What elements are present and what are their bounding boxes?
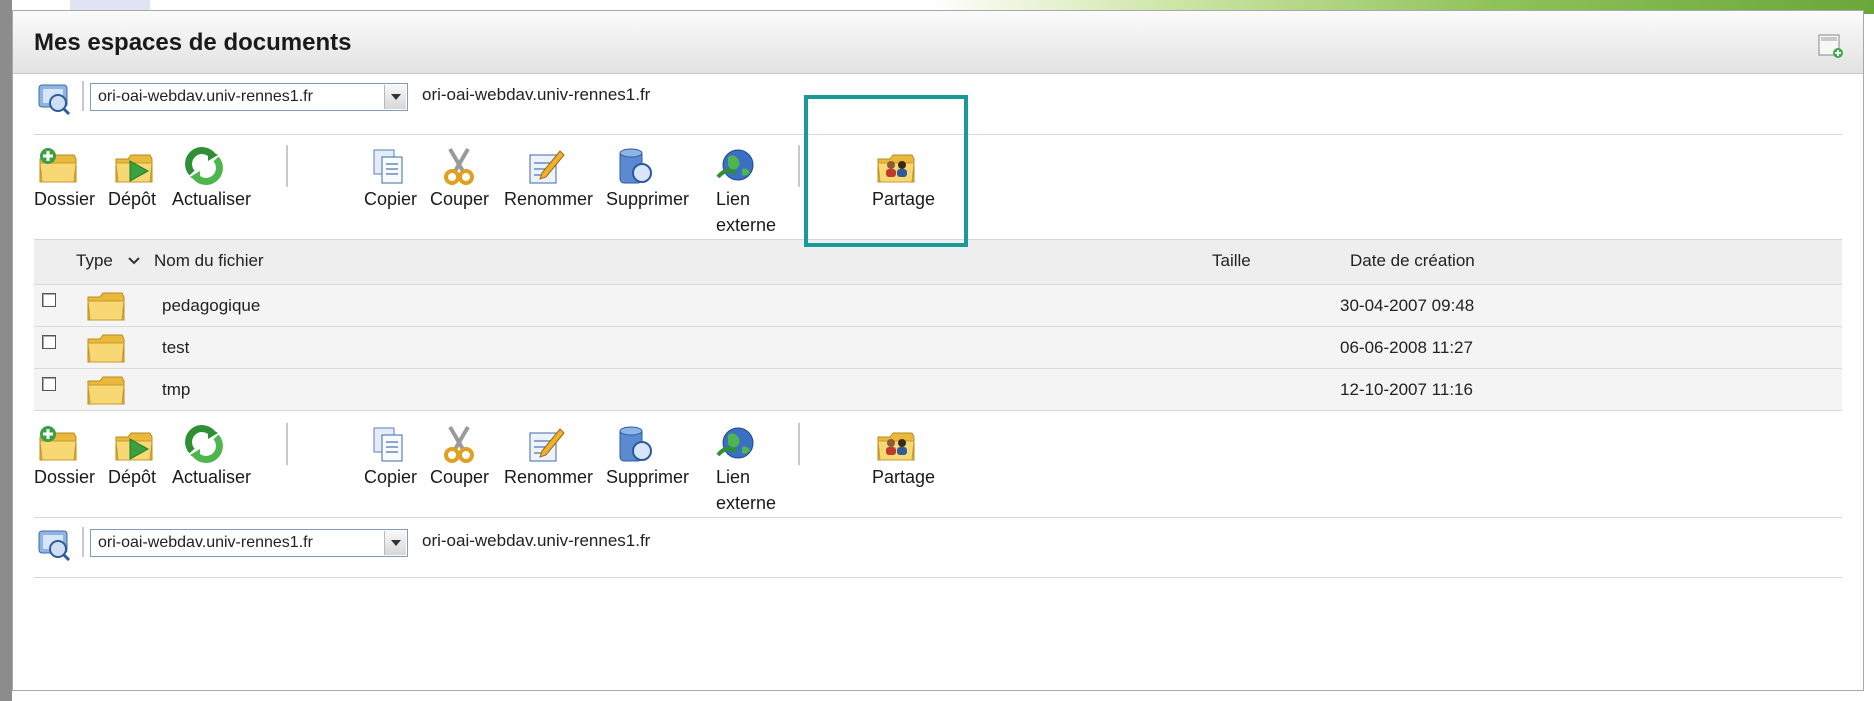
sort-chevron-icon[interactable] xyxy=(127,254,141,268)
cut-icon xyxy=(444,147,474,185)
row-checkbox[interactable] xyxy=(42,377,56,391)
file-name[interactable]: pedagogique xyxy=(162,296,260,316)
separator xyxy=(82,527,84,557)
new-folder-icon xyxy=(39,426,77,461)
share-highlight-box xyxy=(804,95,968,247)
creation-date: 30-04-2007 09:48 xyxy=(1340,296,1475,315)
workspace-icon[interactable] xyxy=(36,527,72,561)
copy-icon xyxy=(373,427,403,462)
current-path-label: ori-oai-webdav.univ-rennes1.fr xyxy=(422,531,651,550)
delete-label: Supprimer xyxy=(606,189,690,209)
share-label: Partage xyxy=(872,467,936,487)
panel-title: Mes espaces de documents xyxy=(34,29,352,56)
table-row[interactable]: pedagogique 30-04-2007 09:48 xyxy=(34,285,1842,327)
upload-icon xyxy=(115,432,153,461)
column-filename[interactable]: Nom du fichier xyxy=(154,251,264,271)
file-name[interactable]: test xyxy=(162,338,189,358)
divider xyxy=(34,517,1842,518)
refresh-label: Actualiser xyxy=(172,467,252,487)
workspace-select[interactable]: ori-oai-webdav.univ-rennes1.fr xyxy=(90,83,408,111)
rename-icon xyxy=(529,150,565,184)
delete-icon xyxy=(619,148,652,184)
row-checkbox[interactable] xyxy=(42,335,56,349)
toolbar-separator xyxy=(798,423,800,465)
chevron-down-icon[interactable] xyxy=(384,85,406,109)
path-row-bottom: ori-oai-webdav.univ-rennes1.fr ori-oai-w… xyxy=(34,519,1842,563)
upload-label: Dépôt xyxy=(108,467,157,487)
upload-icon xyxy=(115,154,153,183)
cut-label: Couper xyxy=(430,467,490,487)
copy-label: Copier xyxy=(364,467,418,487)
external-link-label-line2: externe xyxy=(716,493,777,513)
rename-label: Renommer xyxy=(504,189,594,209)
workspace-icon[interactable] xyxy=(36,81,72,115)
external-link-label-line2: externe xyxy=(716,215,777,235)
workspace-select-value: ori-oai-webdav.univ-rennes1.fr xyxy=(98,88,313,105)
external-link-label-line1: Lien xyxy=(716,467,751,487)
column-date[interactable]: Date de création xyxy=(1350,251,1475,271)
delete-label: Supprimer xyxy=(606,467,690,487)
file-name[interactable]: tmp xyxy=(162,380,190,400)
copy-icon xyxy=(373,149,403,184)
column-type[interactable]: Type xyxy=(76,251,113,271)
workspace-select-value: ori-oai-webdav.univ-rennes1.fr xyxy=(98,534,313,551)
column-size[interactable]: Taille xyxy=(1212,251,1251,271)
share-icon xyxy=(877,432,915,461)
folder-icon xyxy=(86,331,126,365)
panel-header: Mes espaces de documents xyxy=(13,11,1863,74)
workspace-select[interactable]: ori-oai-webdav.univ-rennes1.fr xyxy=(90,529,408,557)
chevron-down-icon[interactable] xyxy=(384,531,406,555)
divider xyxy=(34,577,1842,578)
refresh-icon xyxy=(185,425,223,463)
table-row[interactable]: test 06-06-2008 11:27 xyxy=(34,327,1842,369)
upload-label: Dépôt xyxy=(108,189,157,209)
cut-icon xyxy=(444,425,474,463)
creation-date: 06-06-2008 11:27 xyxy=(1340,338,1473,357)
new-window-icon[interactable] xyxy=(1817,33,1845,59)
toolbar-separator xyxy=(286,423,288,465)
cut-label: Couper xyxy=(430,189,490,209)
copy-label: Copier xyxy=(364,189,418,209)
refresh-icon xyxy=(185,147,223,185)
toolbar-bottom: Dossier Dépôt Actualiser Copier Couper R… xyxy=(34,413,1842,517)
new-folder-icon xyxy=(39,148,77,183)
creation-date: 12-10-2007 11:16 xyxy=(1340,380,1473,399)
background-left-bar xyxy=(0,0,12,701)
external-link-icon xyxy=(716,149,754,181)
table-row[interactable]: tmp 12-10-2007 11:16 xyxy=(34,369,1842,411)
folder-icon xyxy=(86,373,126,407)
refresh-label: Actualiser xyxy=(172,189,252,209)
delete-icon xyxy=(619,426,652,462)
toolbar-separator xyxy=(286,145,288,187)
folder-icon xyxy=(86,289,126,323)
rename-label: Renommer xyxy=(504,467,594,487)
rename-icon xyxy=(529,428,565,462)
external-link-label-line1: Lien xyxy=(716,189,751,209)
row-checkbox[interactable] xyxy=(42,293,56,307)
toolbar-separator xyxy=(798,145,800,187)
new-folder-label: Dossier xyxy=(34,467,96,487)
external-link-icon xyxy=(716,427,754,459)
current-path-label: ori-oai-webdav.univ-rennes1.fr xyxy=(422,85,651,104)
new-folder-label: Dossier xyxy=(34,189,96,209)
separator xyxy=(82,81,84,111)
